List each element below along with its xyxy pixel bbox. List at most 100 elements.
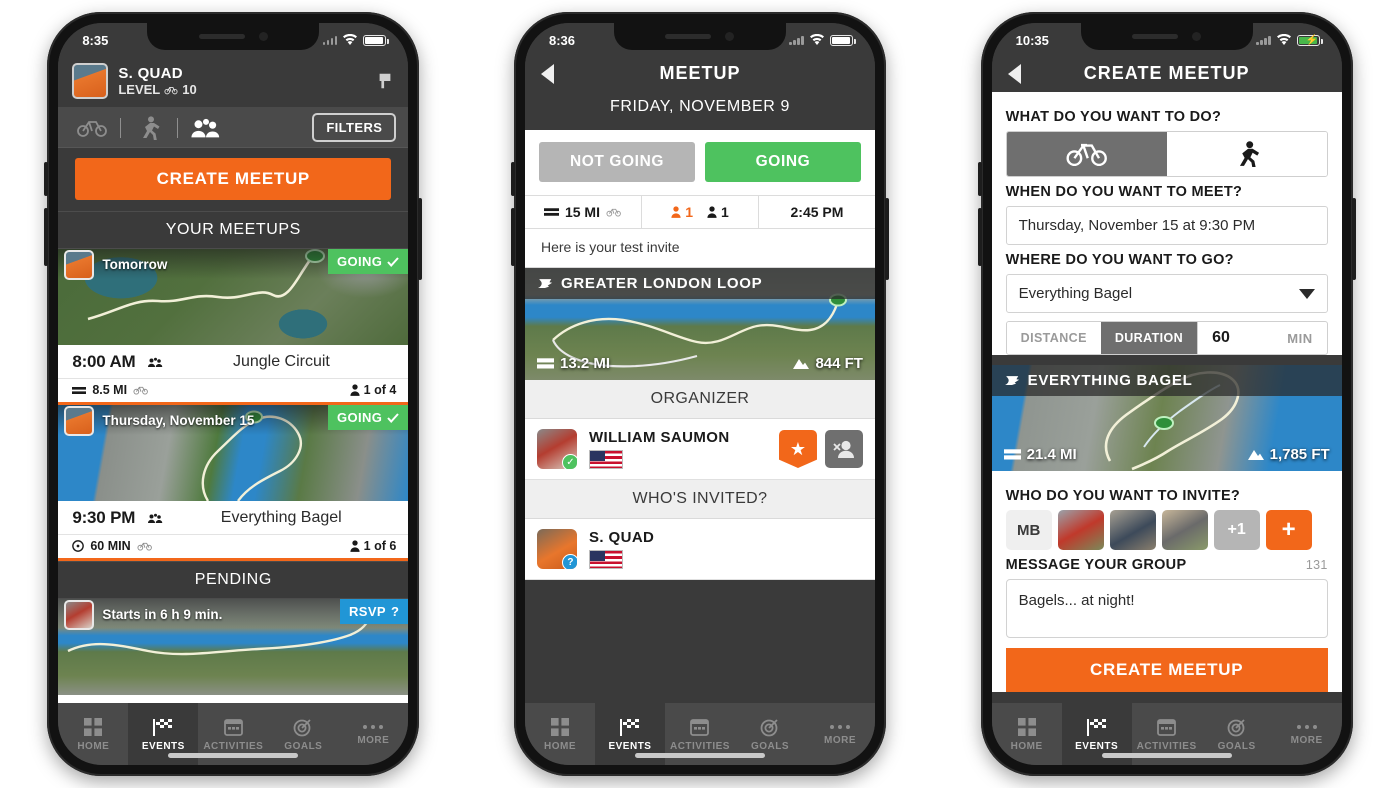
battery-icon: [829, 34, 856, 46]
activity-filter-bar: FILTERS: [58, 108, 409, 148]
label-message: MESSAGE YOUR GROUP 131: [1005, 557, 1328, 573]
check-icon: ✓: [561, 454, 577, 469]
add-person-icon[interactable]: [824, 430, 863, 468]
page-title: MEETUP: [659, 63, 741, 83]
organizer-meta: WILLIAM SAUMON: [588, 429, 767, 469]
filter-bicycle-icon[interactable]: [70, 119, 114, 137]
status-badge[interactable]: GOING: [327, 249, 409, 274]
tab-label: EVENTS: [608, 740, 652, 752]
when-input[interactable]: Thursday, November 15 at 9:30 PM: [1005, 206, 1328, 245]
rsvp-buttons: NOT GOING GOING: [524, 130, 875, 195]
back-arrow-icon[interactable]: [540, 63, 554, 84]
duration-option[interactable]: DURATION: [1100, 322, 1198, 354]
route-map: Tomorrow GOING: [58, 249, 409, 345]
ruler-icon: [543, 208, 559, 216]
invitee-overflow[interactable]: +1: [1213, 510, 1260, 550]
meetup-card[interactable]: Thursday, November 15 GOING 9:30 PM Ever…: [58, 405, 409, 561]
invited-name: S. QUAD: [588, 529, 655, 546]
organizer-row[interactable]: ✓ WILLIAM SAUMON ★: [524, 419, 875, 480]
avatar: ✓: [536, 429, 577, 469]
create-meetup-button[interactable]: CREATE MEETUP: [1005, 648, 1328, 692]
meetup-note: Here is your test invite: [524, 229, 875, 268]
checkered-flag-icon: [153, 718, 173, 736]
empty-space: [524, 580, 875, 703]
meetup-info: 8:00 AM Jungle Circuit 8.5 MI 1 of 4: [58, 345, 409, 402]
not-going-button[interactable]: NOT GOING: [538, 142, 695, 182]
signal-icon: [322, 35, 338, 45]
message-input[interactable]: Bagels... at night!: [1005, 579, 1328, 638]
invited-meta: S. QUAD: [588, 529, 863, 569]
status-badge[interactable]: GOING: [327, 405, 409, 430]
section-pending: PENDING: [58, 561, 409, 599]
invitee-list: MB +1 +: [1005, 510, 1328, 550]
route-distance: 13.2 MI: [536, 355, 610, 372]
check-icon: [387, 412, 400, 423]
target-icon: [1227, 718, 1245, 736]
invitee-avatar[interactable]: [1109, 510, 1156, 550]
us-flag-icon: [588, 550, 623, 569]
filters-button[interactable]: FILTERS: [312, 113, 397, 142]
distance-option[interactable]: DISTANCE: [1006, 322, 1101, 354]
checkered-flag-icon: [1086, 718, 1106, 736]
status-badge[interactable]: RSVP ?: [339, 599, 409, 624]
tab-home[interactable]: HOME: [525, 703, 595, 765]
flag-icon[interactable]: [376, 72, 394, 90]
tab-home[interactable]: HOME: [58, 703, 128, 765]
tab-more[interactable]: MORE: [1272, 703, 1342, 765]
meetup-date: FRIDAY, NOVEMBER 9: [524, 92, 875, 130]
meetup-time: 9:30 PM: [72, 508, 136, 527]
metric-unit: MIN: [1287, 330, 1313, 346]
route-card[interactable]: EVERYTHING BAGEL 21.4 MI 1,785 FT: [991, 365, 1342, 471]
tab-more[interactable]: MORE: [338, 703, 408, 765]
route-distance: 21.4 MI: [1003, 446, 1077, 463]
status-time: 8:35: [82, 32, 109, 48]
metric-value-input[interactable]: 60 MIN: [1198, 321, 1328, 355]
create-meetup-button[interactable]: CREATE MEETUP: [75, 158, 392, 200]
meetup-when: Tomorrow: [102, 256, 168, 272]
screen-meetups-list: 8:35 S. QUAD LEVEL 10 FILTERS CREATE MEE…: [58, 23, 409, 765]
attendee-value: 1 of 4: [363, 383, 397, 397]
activity-bike-option[interactable]: [1006, 132, 1167, 176]
wifi-icon: [343, 34, 358, 45]
filter-running-icon[interactable]: [127, 115, 171, 140]
person-icon: [350, 540, 360, 552]
profile-name: S. QUAD: [118, 65, 183, 82]
add-invitee-button[interactable]: +: [1265, 510, 1312, 550]
invited-header: WHO'S INVITED?: [524, 480, 875, 519]
invitee-avatar[interactable]: [1057, 510, 1104, 550]
route-map: Starts in 6 h 9 min. RSVP ?: [58, 599, 409, 695]
where-select[interactable]: Everything Bagel: [1005, 274, 1328, 313]
tab-home[interactable]: HOME: [992, 703, 1062, 765]
create-meetup-form: WHAT DO YOU WANT TO DO? WHEN DO YOU WANT…: [991, 92, 1342, 355]
divider: [177, 117, 179, 138]
meetup-distance: 8.5 MI: [72, 383, 149, 397]
label-when: WHEN DO YOU WANT TO MEET?: [1005, 184, 1243, 200]
activity-run-option[interactable]: [1166, 132, 1327, 176]
meetup-secondary-row: 60 MIN 1 of 6: [58, 535, 408, 558]
metric-segmented: DISTANCE DURATION: [1005, 321, 1199, 355]
star-badge-icon[interactable]: ★: [778, 430, 817, 468]
filter-group-icon[interactable]: [184, 117, 228, 139]
invitee-initials[interactable]: MB: [1005, 510, 1052, 550]
earpiece-speaker: [665, 34, 712, 39]
meetup-card[interactable]: Starts in 6 h 9 min. RSVP ? 2:45 PM Grea…: [58, 599, 409, 703]
invited-value: 1: [720, 204, 729, 220]
going-button[interactable]: GOING: [704, 142, 861, 182]
invited-row[interactable]: ? S. QUAD: [524, 519, 875, 580]
label-where: WHERE DO YOU WANT TO GO?: [1005, 252, 1234, 268]
invitee-avatar[interactable]: [1161, 510, 1208, 550]
earpiece-speaker: [198, 34, 245, 39]
meetup-card[interactable]: Tomorrow GOING 8:00 AM Jungle Circuit 8.…: [58, 249, 409, 405]
profile-text: S. QUAD LEVEL 10: [118, 65, 366, 97]
mountain-icon: [793, 359, 810, 369]
back-arrow-icon[interactable]: [1007, 63, 1021, 84]
tab-more[interactable]: MORE: [805, 703, 875, 765]
route-icon: [1004, 375, 1019, 385]
profile-header[interactable]: S. QUAD LEVEL 10: [58, 57, 409, 108]
checkered-flag-icon: [619, 718, 639, 736]
phone-mockup-stage: 8:35 S. QUAD LEVEL 10 FILTERS CREATE MEE…: [0, 0, 1400, 788]
question-icon: ?: [390, 604, 400, 619]
going-count: 1: [671, 204, 693, 220]
route-card[interactable]: GREATER LONDON LOOP 13.2 MI 844 FT: [524, 268, 875, 380]
status-time: 8:36: [548, 32, 576, 48]
